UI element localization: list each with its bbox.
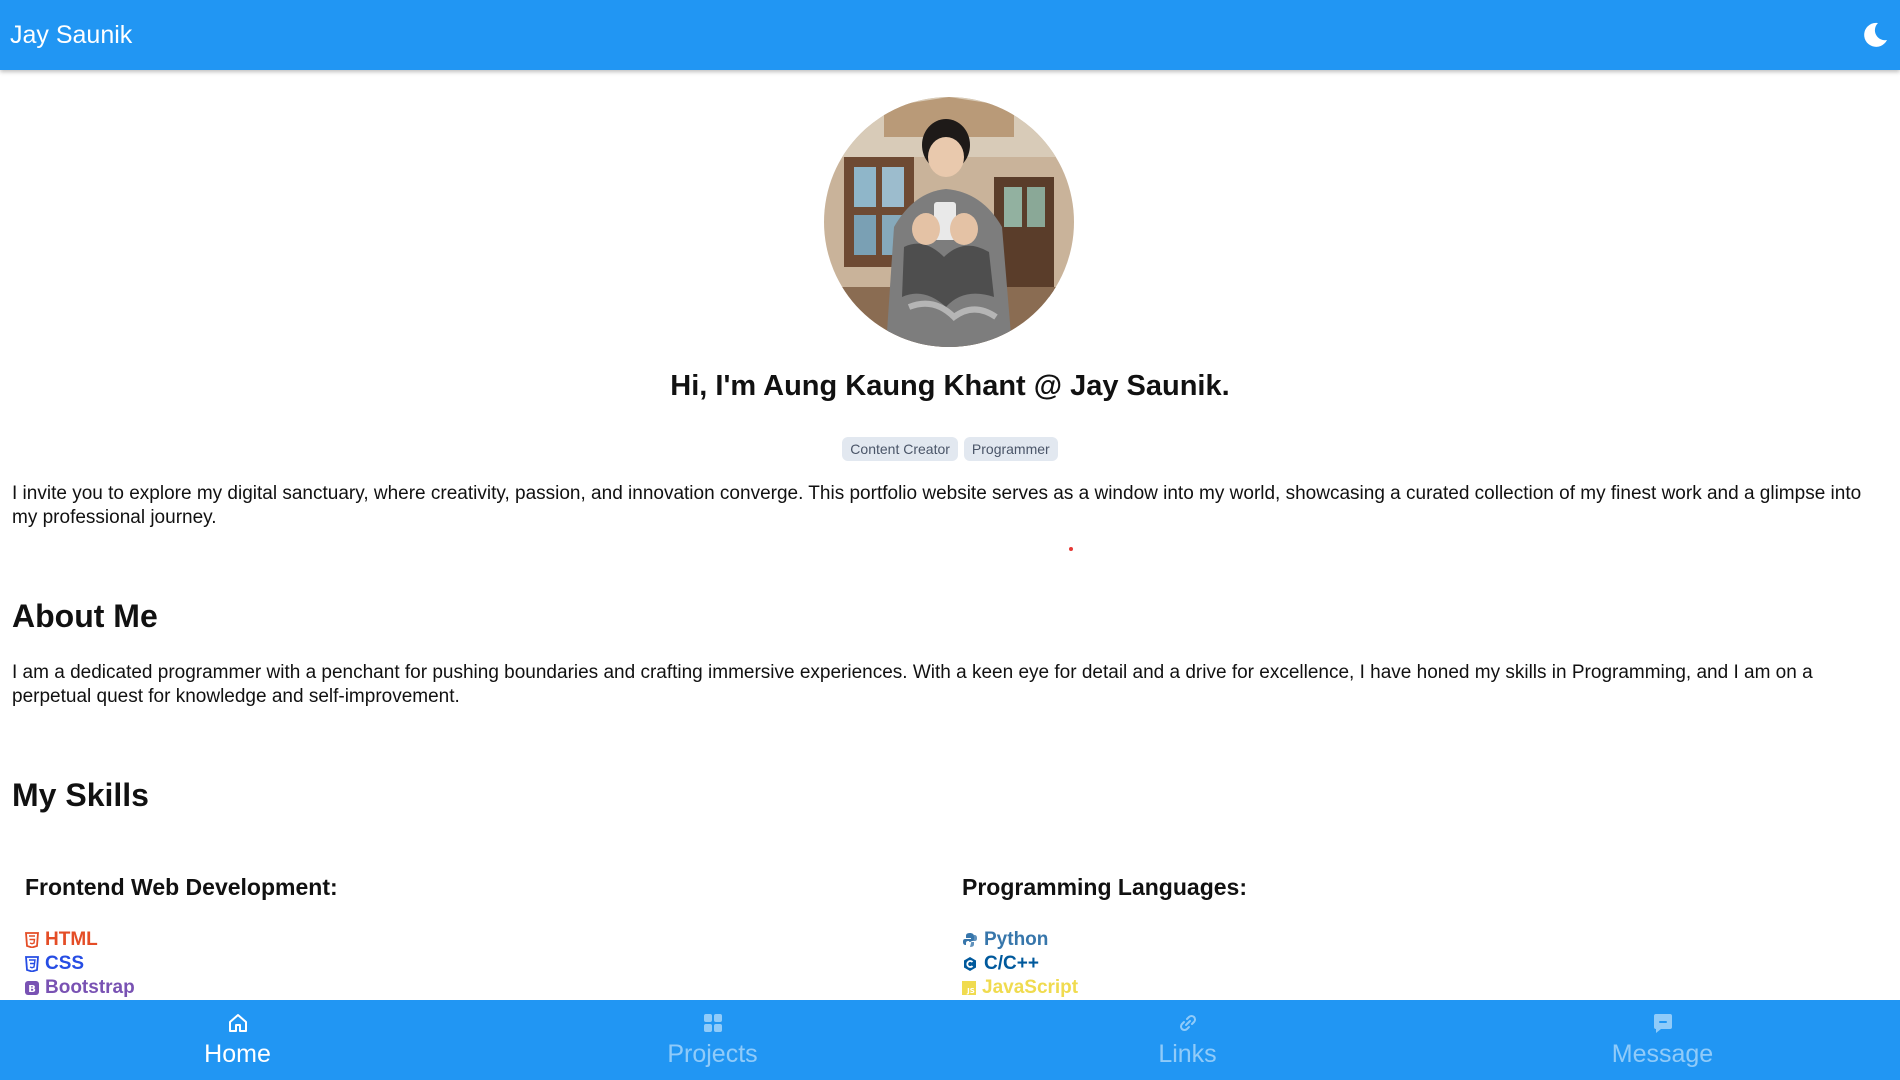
bottom-navigation: Home Projects Links Message xyxy=(0,1000,1900,1080)
nav-home[interactable]: Home xyxy=(0,1000,475,1080)
skill-c-cpp: C/C++ xyxy=(962,952,1662,976)
badge-programmer: Programmer xyxy=(963,437,1058,461)
skill-javascript: JS JavaScript xyxy=(962,976,1662,1000)
message-icon xyxy=(1653,1013,1672,1033)
moon-icon[interactable] xyxy=(1860,20,1890,50)
python-icon xyxy=(963,933,977,947)
skills-heading: My Skills xyxy=(12,777,149,813)
css3-icon xyxy=(25,956,39,972)
svg-text:JS: JS xyxy=(966,987,975,995)
skill-label: C/C++ xyxy=(984,953,1039,974)
html5-icon xyxy=(25,932,39,948)
skill-label: Python xyxy=(984,929,1049,950)
top-app-bar: Jay Saunik xyxy=(0,0,1900,70)
skill-html: HTML xyxy=(25,928,725,952)
profile-photo xyxy=(824,97,1074,347)
language-skills-title: Programming Languages: xyxy=(962,874,1247,900)
intro-headline: Hi, I'm Aung Kaung Khant @ Jay Saunik. xyxy=(670,370,1230,402)
skill-python: Python xyxy=(962,928,1662,952)
about-heading: About Me xyxy=(12,598,158,634)
nav-projects-label: Projects xyxy=(667,1039,758,1068)
frontend-skills: Frontend Web Development: HTML CSS B Boo… xyxy=(25,874,725,1000)
frontend-skills-title: Frontend Web Development: xyxy=(25,874,338,900)
c-icon xyxy=(964,957,976,971)
skill-bootstrap: B Bootstrap xyxy=(25,976,725,1000)
skill-label: CSS xyxy=(45,953,85,974)
language-skills: Programming Languages: Python C/C++ JS J… xyxy=(962,874,1662,1000)
site-title[interactable]: Jay Saunik xyxy=(10,21,132,50)
badge-content-creator: Content Creator xyxy=(842,437,958,461)
frontend-skill-list: HTML CSS B Bootstrap xyxy=(25,928,725,1000)
svg-text:B: B xyxy=(28,984,36,995)
role-badges: Content Creator Programmer xyxy=(0,437,1900,461)
home-icon xyxy=(228,1013,247,1032)
nav-message[interactable]: Message xyxy=(1425,1000,1900,1080)
about-paragraph: I am a dedicated programmer with a pench… xyxy=(12,662,1813,707)
home-content: Hi, I'm Aung Kaung Khant @ Jay Saunik. C… xyxy=(0,70,1900,1000)
nav-links[interactable]: Links xyxy=(950,1000,1425,1080)
language-skill-list: Python C/C++ JS JavaScript xyxy=(962,928,1662,1000)
intro-paragraph: I invite you to explore my digital sanct… xyxy=(12,483,1862,528)
nav-projects[interactable]: Projects xyxy=(475,1000,950,1080)
skill-label: HTML xyxy=(45,929,98,950)
nav-home-label: Home xyxy=(204,1039,271,1068)
bootstrap-icon: B xyxy=(25,981,39,995)
grid-icon xyxy=(703,1013,722,1032)
nav-links-label: Links xyxy=(1158,1039,1217,1068)
skill-label: Bootstrap xyxy=(45,977,135,998)
skill-css: CSS xyxy=(25,952,725,976)
red-dot-marker xyxy=(1069,547,1073,551)
javascript-icon: JS xyxy=(962,981,976,995)
link-icon xyxy=(1179,1014,1196,1031)
nav-message-label: Message xyxy=(1611,1039,1714,1068)
skill-label: JavaScript xyxy=(982,977,1079,998)
